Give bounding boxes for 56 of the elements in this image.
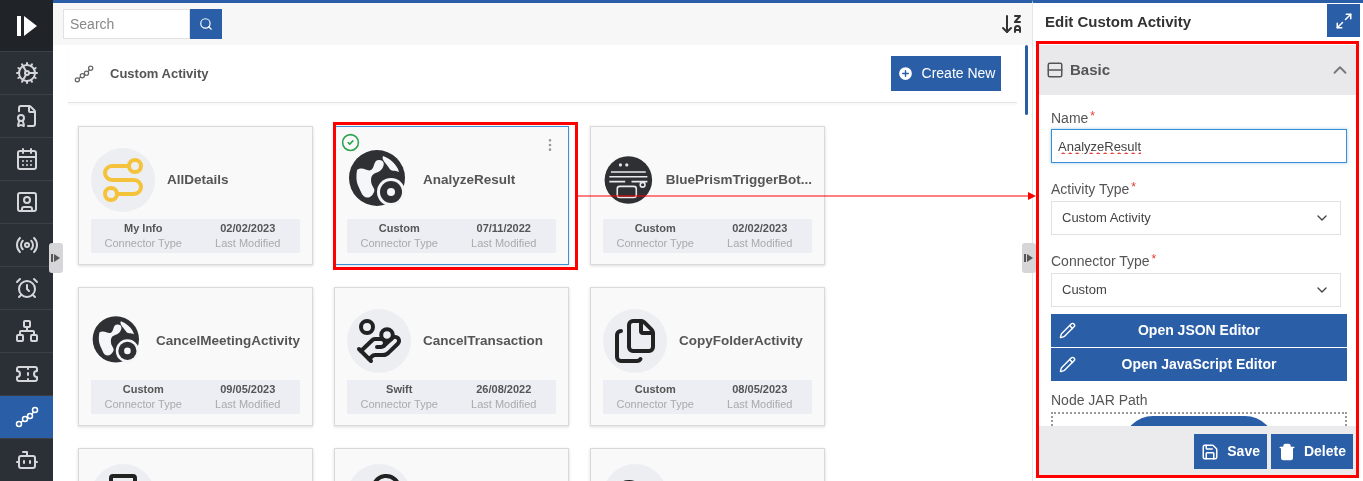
activity-card[interactable]: BluePrismTriggerBot... Custom Connector Type 02/02/2023 Last Modified (590, 126, 825, 265)
date-caption: Last Modified (471, 236, 537, 251)
activity-name: AllDetails (167, 170, 229, 189)
connector-caption: Connector Type (616, 397, 694, 412)
dropdown-field[interactable]: Custom (1051, 273, 1341, 307)
activity-name: CancelTransaction (423, 331, 544, 350)
connector-caption: Connector Type (360, 236, 438, 251)
panel-title: Edit Custom Activity (1044, 12, 1192, 33)
date-value: 02/02/2023 (220, 221, 276, 236)
connector-caption: Connector Type (104, 236, 182, 251)
activity-name: CopyFolderActivity (679, 331, 803, 350)
editor-button[interactable]: Open JSON Editor (1051, 314, 1347, 347)
date-caption: Last Modified (727, 236, 793, 251)
activity-card[interactable]: CancelTransaction Swift Connector Type 26/08/2022 Last Modified (334, 287, 569, 426)
section-title: Basic (1070, 59, 1111, 80)
required-mark: * (1151, 253, 1157, 265)
search-field[interactable]: Search (63, 9, 190, 39)
connector-value: My Info (124, 221, 163, 236)
field-label: Connector Type (1051, 253, 1150, 269)
connector-value: Custom (122, 382, 164, 397)
activity-name: AnalyzeResult (423, 170, 516, 189)
connector-caption: Connector Type (104, 397, 182, 412)
editor-button[interactable]: Open JavaScript Editor (1051, 348, 1347, 381)
date-caption: Last Modified (727, 397, 793, 412)
required-mark: * (1131, 181, 1136, 193)
date-value: 02/02/2023 (732, 221, 788, 236)
date-caption: Last Modified (215, 236, 281, 251)
dropdown-field[interactable]: Custom Activity (1051, 201, 1341, 235)
connector-value: Custom (634, 382, 676, 397)
connector-caption: Connector Type (616, 236, 694, 251)
connector-value: Custom (634, 221, 676, 236)
delete-button[interactable]: Delete (1270, 434, 1353, 469)
field-label: Name (1051, 110, 1089, 126)
section-header[interactable]: Basic (1039, 45, 1358, 95)
date-caption: Last Modified (215, 397, 281, 412)
date-value: 26/08/2022 (476, 382, 532, 397)
activity-card[interactable]: AllDetails My Info Connector Type 02/02/2023 Last Modified (78, 126, 313, 265)
activity-card[interactable]: CancelMeetingActivity Custom Connector Type 09/05/2023 Last Modified (78, 287, 313, 426)
date-value: 08/05/2023 (732, 382, 788, 397)
activity-name: BluePrismTriggerBot... (665, 170, 812, 189)
connector-value: Custom (378, 221, 420, 236)
name-field[interactable]: AnalyzeResult (1051, 129, 1347, 163)
save-button[interactable]: Save (1194, 434, 1267, 469)
date-caption: Last Modified (471, 397, 537, 412)
field-label: Activity Type (1051, 181, 1130, 197)
activity-name: CancelMeetingActivity (155, 331, 300, 350)
page-title: Custom Activity (110, 64, 209, 83)
activity-card[interactable]: AnalyzeResult Custom Connector Type 07/11/2022 Last Modified (334, 126, 569, 265)
required-mark: * (1090, 110, 1096, 122)
date-value: 07/11/2022 (476, 221, 531, 236)
activity-card[interactable]: CopyFolderActivity Custom Connector Type 08/05/2023 Last Modified (590, 287, 825, 426)
connector-value: Swift (386, 382, 413, 397)
create-new-button[interactable]: Create New (891, 56, 1001, 91)
date-value: 09/05/2023 (220, 382, 276, 397)
field-label: Node JAR Path (1051, 392, 1149, 408)
connector-caption: Connector Type (360, 397, 438, 412)
